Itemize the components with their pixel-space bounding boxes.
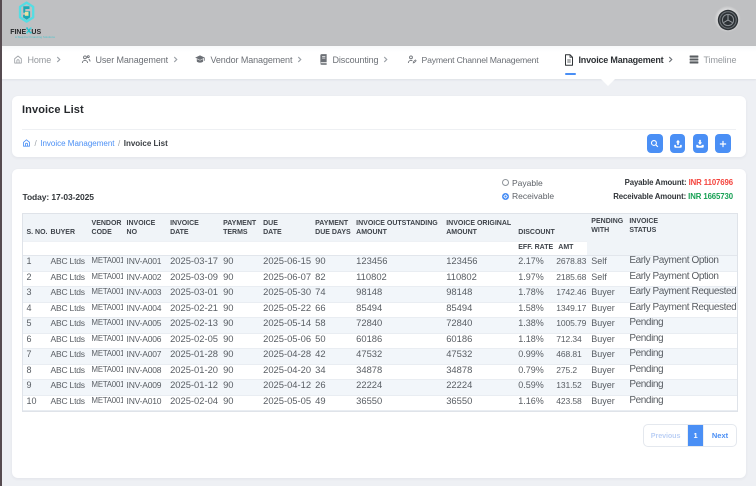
svg-text:FINE: FINE — [10, 29, 26, 36]
svg-text:US: US — [31, 29, 41, 36]
svg-text:A Step For Financing Solutions: A Step For Financing Solutions — [15, 35, 55, 39]
